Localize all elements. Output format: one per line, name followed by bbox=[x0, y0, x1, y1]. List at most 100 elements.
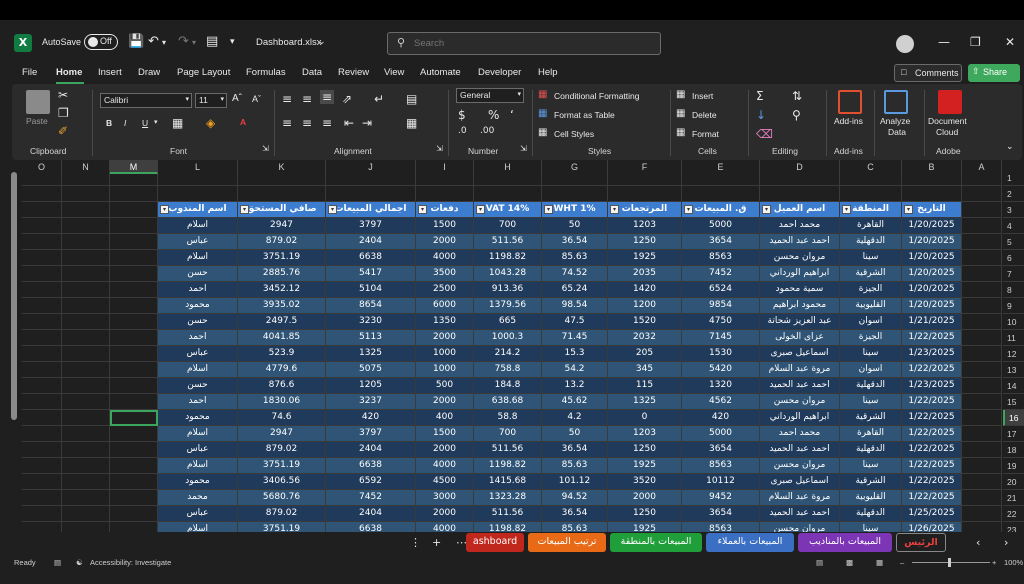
table-cell[interactable]: 36.54 bbox=[542, 442, 608, 458]
table-cell[interactable]: 1/22/2025 bbox=[902, 426, 962, 442]
table-cell[interactable]: 1200 bbox=[608, 298, 682, 314]
grid-cell[interactable] bbox=[416, 174, 474, 186]
filter-dropdown-icon[interactable]: ▾ bbox=[240, 205, 249, 214]
column-header-d[interactable]: D bbox=[760, 160, 840, 174]
table-cell[interactable]: 1325 bbox=[608, 394, 682, 410]
grid-cell[interactable] bbox=[962, 410, 1002, 426]
table-cell[interactable]: 9854 bbox=[682, 298, 760, 314]
column-header-k[interactable]: K bbox=[238, 160, 326, 174]
align-right-icon[interactable]: ≡ bbox=[322, 116, 332, 130]
font-color-icon[interactable]: A bbox=[240, 117, 246, 127]
grid-cell[interactable] bbox=[110, 378, 158, 394]
table-cell[interactable]: 3935.02 bbox=[238, 298, 326, 314]
grid-cell[interactable] bbox=[962, 442, 1002, 458]
wrap-text-icon[interactable]: ↵ bbox=[374, 92, 384, 106]
table-cell[interactable]: 758.8 bbox=[474, 362, 542, 378]
table-cell[interactable]: 1520 bbox=[608, 314, 682, 330]
table-cell[interactable]: 500 bbox=[416, 378, 474, 394]
table-cell[interactable]: 1203 bbox=[608, 426, 682, 442]
table-cell[interactable]: 3237 bbox=[326, 394, 416, 410]
borders-icon[interactable]: ▦ bbox=[172, 116, 183, 130]
grid-cell[interactable] bbox=[62, 218, 110, 234]
table-cell[interactable]: 58.8 bbox=[474, 410, 542, 426]
data-label[interactable]: Data bbox=[888, 127, 906, 137]
table-cell[interactable]: 1/20/2025 bbox=[902, 250, 962, 266]
zoom-in-icon[interactable]: + bbox=[992, 558, 996, 567]
table-cell[interactable]: 1350 bbox=[416, 314, 474, 330]
table-cell[interactable]: 879.02 bbox=[238, 506, 326, 522]
grid-cell[interactable] bbox=[62, 522, 110, 532]
format-as-table-button[interactable]: Format as Table bbox=[554, 110, 615, 120]
table-cell[interactable]: 1000 bbox=[416, 346, 474, 362]
redo-dropdown-icon[interactable]: ▾ bbox=[192, 38, 196, 47]
row-number[interactable]: 8 bbox=[1003, 282, 1024, 298]
column-header-c[interactable]: C bbox=[840, 160, 902, 174]
column-header-h[interactable]: H bbox=[474, 160, 542, 174]
fill-icon[interactable]: ↓ bbox=[756, 108, 766, 122]
tab-data[interactable]: Data bbox=[302, 67, 322, 78]
table-cell[interactable]: 3452.12 bbox=[238, 282, 326, 298]
grid-cell[interactable] bbox=[62, 378, 110, 394]
table-cell[interactable]: 1830.06 bbox=[238, 394, 326, 410]
table-cell[interactable]: 2404 bbox=[326, 442, 416, 458]
table-cell[interactable]: 0 bbox=[608, 410, 682, 426]
table-cell[interactable]: اسماعيل صبرى bbox=[760, 346, 840, 362]
avatar[interactable] bbox=[896, 35, 914, 53]
pdf-icon[interactable] bbox=[938, 90, 962, 114]
table-cell[interactable]: الدقهلية bbox=[840, 378, 902, 394]
number-launcher-icon[interactable]: ⇲ bbox=[520, 144, 527, 153]
grid-cell[interactable] bbox=[22, 282, 62, 298]
table-cell[interactable]: 3751.19 bbox=[238, 522, 326, 532]
table-cell[interactable]: سينا bbox=[840, 458, 902, 474]
tab-view[interactable]: View bbox=[384, 67, 404, 78]
table-cell[interactable]: 4750 bbox=[682, 314, 760, 330]
insert-cells-button[interactable]: Insert bbox=[692, 91, 713, 101]
table-cell[interactable]: 3500 bbox=[416, 266, 474, 282]
table-cell[interactable]: 4041.85 bbox=[238, 330, 326, 346]
table-cell[interactable]: 5104 bbox=[326, 282, 416, 298]
grid-cell[interactable] bbox=[962, 174, 1002, 186]
table-cell[interactable]: 10112 bbox=[682, 474, 760, 490]
zoom-slider[interactable] bbox=[912, 562, 990, 563]
table-cell[interactable]: 1/22/2025 bbox=[902, 490, 962, 506]
table-cell[interactable]: 5420 bbox=[682, 362, 760, 378]
table-cell[interactable]: 876.6 bbox=[238, 378, 326, 394]
table-cell[interactable]: 1/26/2025 bbox=[902, 522, 962, 532]
grid-cell[interactable] bbox=[62, 266, 110, 282]
table-cell[interactable]: اسلام bbox=[158, 522, 238, 532]
grid-cell[interactable] bbox=[110, 458, 158, 474]
table-cell[interactable]: 3654 bbox=[682, 506, 760, 522]
grid-cell[interactable] bbox=[110, 266, 158, 282]
table-cell[interactable]: اسلام bbox=[158, 426, 238, 442]
table-cell[interactable]: مروان محسن bbox=[760, 394, 840, 410]
sheet-tab[interactable]: ashboard bbox=[466, 533, 524, 552]
grid-cell[interactable] bbox=[902, 186, 962, 202]
table-cell[interactable]: 511.56 bbox=[474, 442, 542, 458]
grid-cell[interactable] bbox=[962, 218, 1002, 234]
table-cell[interactable]: 665 bbox=[474, 314, 542, 330]
column-header-e[interactable]: E bbox=[682, 160, 760, 174]
filter-dropdown-icon[interactable]: ▾ bbox=[842, 205, 851, 214]
table-cell[interactable]: 5000 bbox=[682, 426, 760, 442]
grid-cell[interactable] bbox=[22, 234, 62, 250]
table-header-cell[interactable]: اسم المندوب ▾ bbox=[158, 202, 238, 218]
grid-cell[interactable] bbox=[110, 314, 158, 330]
table-header-cell[interactable]: المنطقة ▾ bbox=[840, 202, 902, 218]
page-layout-view-icon[interactable]: ▩ bbox=[846, 558, 853, 567]
row-number[interactable]: 4 bbox=[1003, 218, 1024, 234]
table-cell[interactable]: 1/21/2025 bbox=[902, 314, 962, 330]
grid-cell[interactable] bbox=[110, 250, 158, 266]
table-cell[interactable]: عباس bbox=[158, 442, 238, 458]
table-cell[interactable]: الشرقية bbox=[840, 474, 902, 490]
table-cell[interactable]: 2000 bbox=[416, 330, 474, 346]
table-cell[interactable]: محمود bbox=[158, 298, 238, 314]
table-cell[interactable]: مروة عبد السلام bbox=[760, 362, 840, 378]
table-cell[interactable]: 1500 bbox=[416, 218, 474, 234]
grid-cell[interactable] bbox=[62, 442, 110, 458]
find-select-icon[interactable]: ⚲ bbox=[792, 108, 801, 122]
table-cell[interactable]: 3000 bbox=[416, 490, 474, 506]
comma-icon[interactable]: ‘ bbox=[510, 108, 514, 122]
increase-indent-icon[interactable]: ⇥ bbox=[362, 116, 372, 130]
table-cell[interactable]: 7145 bbox=[682, 330, 760, 346]
table-cell[interactable]: الدقهلية bbox=[840, 234, 902, 250]
